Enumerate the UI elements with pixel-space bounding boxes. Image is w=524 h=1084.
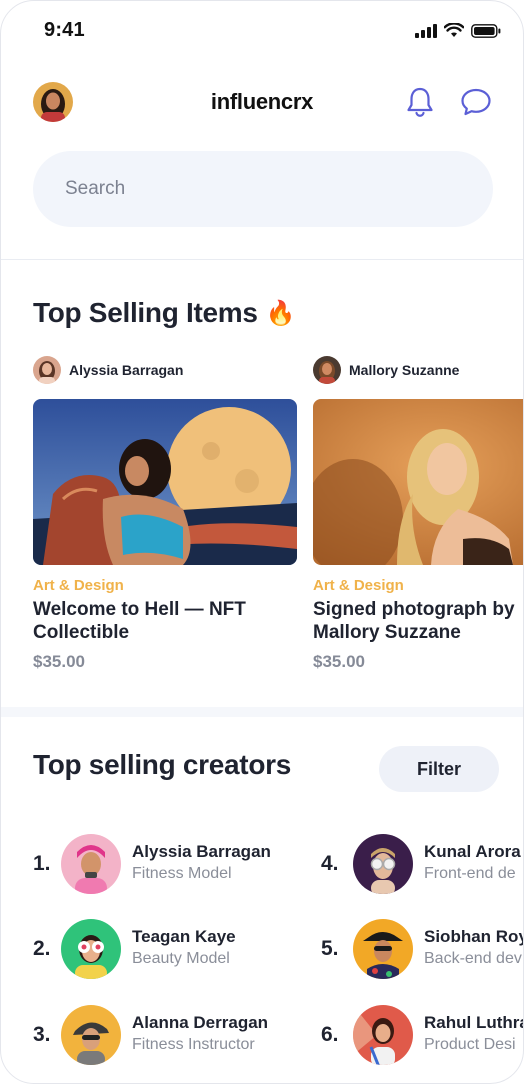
creator-role: Back-end dev <box>424 950 522 967</box>
app-header: influencrx <box>1 79 523 127</box>
creator-rank: 5. <box>321 937 339 960</box>
chat-icon[interactable] <box>459 85 493 119</box>
product-price: $35.00 <box>313 652 365 671</box>
creator-avatar[interactable] <box>61 919 121 979</box>
seller-name[interactable]: Alyssia Barragan <box>69 362 183 378</box>
seller-avatar[interactable] <box>33 356 61 384</box>
creator-role: Fitness Instructor <box>132 1036 255 1053</box>
status-bar: 9:41 <box>1 1 523 61</box>
bell-icon[interactable] <box>403 85 437 119</box>
battery-icon <box>471 23 501 38</box>
section-divider <box>1 259 523 260</box>
creator-item[interactable]: 2. Teagan Kaye Beauty Model <box>33 919 293 979</box>
section-band <box>1 707 523 717</box>
app-logo: influencrx <box>210 89 314 114</box>
creator-rank: 3. <box>33 1023 51 1046</box>
product-category: Art & Design <box>313 577 404 594</box>
creator-item[interactable]: 4. Kunal Arora Front-end de <box>321 834 523 894</box>
product-card[interactable]: Alyssia Barragan Art & Design Welcome to… <box>33 355 297 672</box>
creator-item[interactable]: 6. Rahul Luthra Product Desi <box>321 1005 523 1065</box>
creator-role: Front-end de <box>424 865 516 882</box>
creator-rank: 1. <box>33 852 51 875</box>
phone-frame: 9:41 influencrx Search Top Selling Items… <box>0 0 524 1084</box>
top-items-heading: Top Selling Items 🔥 <box>33 297 296 329</box>
creator-role: Fitness Model <box>132 865 232 882</box>
product-name[interactable]: Welcome to Hell — NFT Collectible <box>33 598 273 644</box>
creator-item[interactable]: 1. Alyssia Barragan Fitness Model <box>33 834 293 894</box>
creator-name[interactable]: Siobhan Roy <box>424 927 523 947</box>
wifi-icon <box>444 23 464 37</box>
product-card[interactable]: Mallory Suzanne Art & Design Signed phot… <box>313 355 523 672</box>
product-category: Art & Design <box>33 577 124 594</box>
filter-button[interactable]: Filter <box>379 746 499 792</box>
product-name[interactable]: Signed photograph by Mallory Suzzane <box>313 598 523 644</box>
creator-avatar[interactable] <box>353 919 413 979</box>
creator-rank: 4. <box>321 852 339 875</box>
product-image[interactable] <box>313 399 523 565</box>
seller-avatar[interactable] <box>313 356 341 384</box>
product-price: $35.00 <box>33 652 85 671</box>
creator-name[interactable]: Rahul Luthra <box>424 1013 523 1033</box>
creator-name[interactable]: Alyssia Barragan <box>132 842 271 862</box>
creator-name[interactable]: Alanna Derragan <box>132 1013 268 1033</box>
status-icons <box>415 23 501 38</box>
product-image[interactable] <box>33 399 297 565</box>
creator-item[interactable]: 3. Alanna Derragan Fitness Instructor <box>33 1005 293 1065</box>
creator-avatar[interactable] <box>61 1005 121 1065</box>
creator-rank: 2. <box>33 937 51 960</box>
search-input[interactable] <box>33 151 465 227</box>
top-items-title: Top Selling Items <box>33 297 258 328</box>
creator-rank: 6. <box>321 1023 339 1046</box>
fire-icon: 🔥 <box>265 299 296 327</box>
creator-name[interactable]: Teagan Kaye <box>132 927 236 947</box>
creator-name[interactable]: Kunal Arora <box>424 842 521 862</box>
status-time: 9:41 <box>44 19 85 41</box>
search-bar[interactable] <box>33 151 493 227</box>
creators-title: Top selling creators <box>33 749 291 780</box>
creator-item[interactable]: 5. Siobhan Roy Back-end dev <box>321 919 523 979</box>
creator-role: Beauty Model <box>132 950 230 967</box>
seller-name[interactable]: Mallory Suzanne <box>349 362 459 378</box>
seller-row[interactable]: Alyssia Barragan <box>33 355 297 385</box>
creator-avatar[interactable] <box>353 1005 413 1065</box>
creator-role: Product Desi <box>424 1036 516 1053</box>
creator-avatar[interactable] <box>61 834 121 894</box>
signal-icon <box>415 23 437 38</box>
creator-avatar[interactable] <box>353 834 413 894</box>
seller-row[interactable]: Mallory Suzanne <box>313 355 523 385</box>
